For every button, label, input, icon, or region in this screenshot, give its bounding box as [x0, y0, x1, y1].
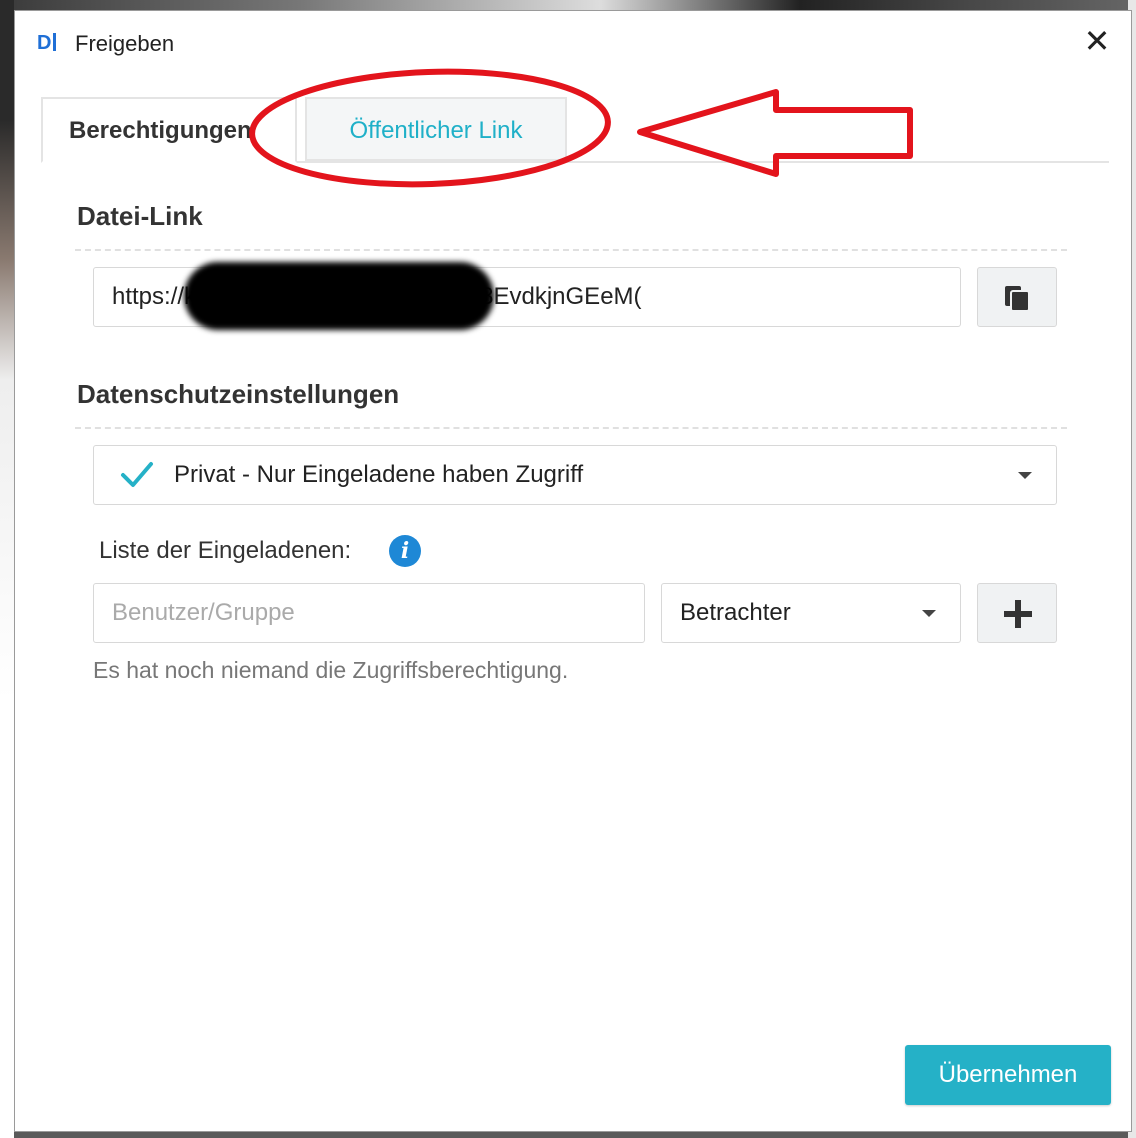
copy-link-button[interactable]	[977, 267, 1057, 327]
tab-bar: Berechtigungen Öffentlicher Link	[41, 97, 1109, 163]
check-icon	[121, 462, 153, 487]
privacy-heading: Datenschutzeinstellungen	[77, 379, 400, 409]
invitees-label: Liste der Eingeladenen:	[99, 537, 352, 564]
app-logo-icon: D	[37, 31, 63, 55]
add-invitee-button[interactable]	[977, 583, 1057, 643]
divider	[75, 427, 1067, 429]
user-group-input[interactable]	[93, 583, 645, 643]
tab-public-link[interactable]: Öffentlicher Link	[305, 97, 567, 161]
tab-permissions[interactable]: Berechtigungen	[41, 97, 297, 163]
plus-icon	[1004, 600, 1032, 628]
title-bar: D Freigeben ✕	[15, 11, 1131, 75]
role-select[interactable]: Betrachter	[661, 583, 961, 643]
close-icon[interactable]: ✕	[1081, 25, 1113, 57]
chevron-down-icon	[1018, 472, 1032, 479]
dialog-title: Freigeben	[75, 31, 175, 56]
privacy-selected-value: Privat - Nur Eingeladene haben Zugriff	[174, 461, 584, 488]
apply-button[interactable]: Übernehmen	[905, 1045, 1111, 1105]
chevron-down-icon	[922, 610, 936, 617]
redaction-mark	[184, 262, 494, 330]
background-desktop-left	[0, 0, 14, 1138]
file-link-heading: Datei-Link	[77, 201, 203, 231]
info-icon[interactable]: i	[389, 535, 421, 567]
role-selected-value: Betrachter	[680, 599, 791, 626]
copy-icon	[1005, 286, 1030, 312]
privacy-select[interactable]: Privat - Nur Eingeladene haben Zugriff	[93, 445, 1057, 505]
empty-invitees-message: Es hat noch niemand die Zugriffsberechti…	[93, 657, 569, 683]
divider	[75, 249, 1067, 251]
share-dialog: D Freigeben ✕ Berechtigungen Öffentliche…	[14, 10, 1132, 1132]
